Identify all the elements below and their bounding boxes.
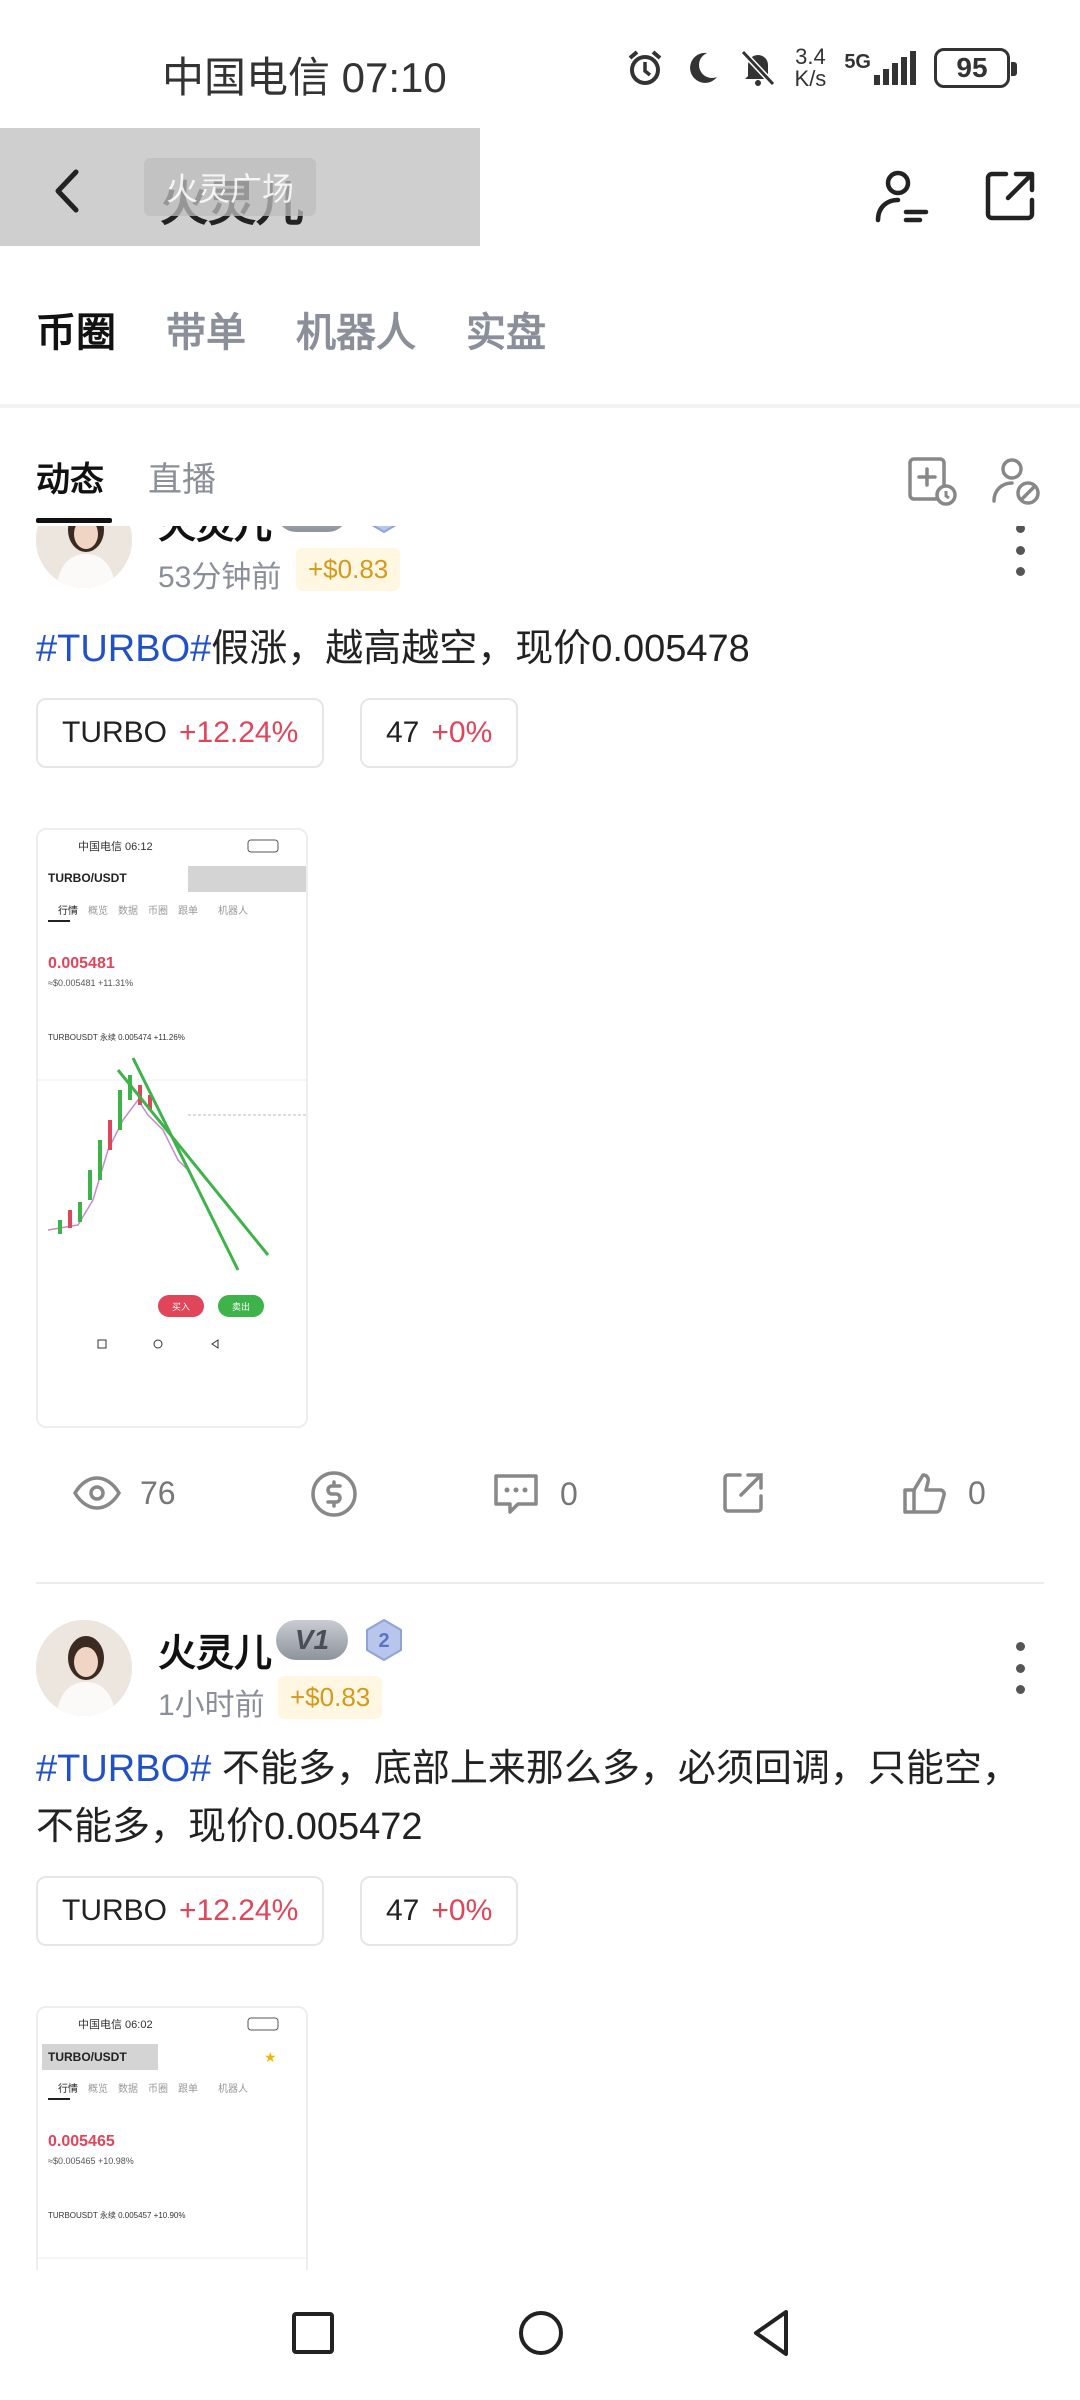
tab-robot[interactable]: 机器人 xyxy=(296,300,416,358)
system-nav-bar xyxy=(0,2270,1080,2400)
svg-text:行情: 行情 xyxy=(58,2082,78,2095)
svg-text:TURBOUSDT 永续 0.005474 +11.26%: TURBOUSDT 永续 0.005474 +11.26% xyxy=(48,1032,185,1042)
svg-text:≈$0.005465 +10.98%: ≈$0.005465 +10.98% xyxy=(48,2156,134,2166)
coin-chip[interactable]: 47 +0% xyxy=(360,1876,519,1946)
views-counter: 76 xyxy=(72,1468,176,1518)
svg-text:TURBO/USDT: TURBO/USDT xyxy=(48,871,127,885)
alarm-icon xyxy=(628,50,661,85)
status-bar: 中国电信 07:10 3.4 K/s 5G 95 xyxy=(0,0,1080,128)
svg-text:买入: 买入 xyxy=(172,1302,190,1312)
post-content[interactable]: #TURBO#假涨，越高越空，现价0.005478 xyxy=(36,620,1046,678)
share-icon xyxy=(723,1473,763,1513)
hashtag-link: #TURBO# xyxy=(36,1748,212,1790)
post-time: 1小时前 xyxy=(158,1689,265,1722)
post-actions: 76 0 0 xyxy=(0,1468,1080,1528)
hashtag-link: #TURBO# xyxy=(36,628,212,670)
user-pen-icon[interactable] xyxy=(872,166,932,226)
post-content[interactable]: #TURBO# 不能多，底部上来那么多，必须回调，只能空，不能多，现价0.005… xyxy=(36,1740,1046,1856)
rank-badge-icon: 2 xyxy=(371,526,397,534)
svg-text:概览: 概览 xyxy=(88,904,108,917)
comment-icon xyxy=(494,1474,538,1514)
tab-copy-trade[interactable]: 带单 xyxy=(166,300,246,358)
back-button[interactable] xyxy=(44,166,94,216)
divider xyxy=(0,404,1080,408)
svg-text:0.005481: 0.005481 xyxy=(48,955,115,972)
share-button[interactable] xyxy=(718,1468,768,1518)
more-options-button[interactable] xyxy=(1012,1642,1028,1694)
signal-icon: 5G xyxy=(844,51,916,85)
vip-badge: V1 xyxy=(276,1620,348,1660)
tab-coin-circle[interactable]: 币圈 xyxy=(36,300,116,358)
eye-icon xyxy=(72,1476,122,1510)
carrier-time: 中国电信 07:10 xyxy=(162,54,447,101)
svg-text:行情: 行情 xyxy=(58,904,78,917)
rank-badge-icon: 2 xyxy=(366,1618,402,1662)
reward-tag: +$0.83 xyxy=(296,548,401,591)
post-image[interactable]: 中国电信 06:12 TURBO/USDT 行情 概览 数据 币圈 跟单 机器人… xyxy=(36,828,308,1428)
thumbs-up-icon xyxy=(903,1473,946,1514)
coin-chip[interactable]: TURBO +12.24% xyxy=(36,1876,325,1946)
author-name[interactable]: 火灵儿 xyxy=(158,1622,272,1677)
post-image[interactable]: 中国电信 06:02 TURBO/USDT ★ 行情 概览 数据 币圈 跟单 机… xyxy=(36,2006,308,2270)
add-post-icon[interactable] xyxy=(906,455,958,507)
svg-text:概览: 概览 xyxy=(88,2082,108,2095)
svg-text:★: ★ xyxy=(264,2049,277,2065)
moon-icon xyxy=(689,52,717,83)
svg-text:跟单: 跟单 xyxy=(178,905,198,917)
svg-text:卖出: 卖出 xyxy=(232,1301,250,1312)
vip-badge: V1 xyxy=(276,526,348,532)
svg-text:2: 2 xyxy=(378,1630,389,1652)
svg-text:0.005465: 0.005465 xyxy=(48,2133,115,2150)
svg-text:中国电信 06:02: 中国电信 06:02 xyxy=(78,2018,153,2031)
svg-text:跟单: 跟单 xyxy=(178,2083,198,2095)
top-tabs: 币圈 带单 机器人 实盘 xyxy=(36,300,546,358)
more-options-button[interactable] xyxy=(1012,526,1028,576)
tab-live-account[interactable]: 实盘 xyxy=(466,300,546,358)
avatar[interactable] xyxy=(36,526,132,588)
like-button[interactable]: 0 xyxy=(900,1468,986,1518)
svg-text:数据: 数据 xyxy=(118,904,138,917)
feed: 火灵儿 V1 2 53分钟前 +$0.83 #TURBO#假涨，越高越空，现价0… xyxy=(0,526,1080,2270)
share-external-icon[interactable] xyxy=(980,166,1040,226)
svg-text:币圈: 币圈 xyxy=(148,2083,168,2095)
svg-text:机器人: 机器人 xyxy=(218,2082,248,2095)
coin-chip[interactable]: TURBO +12.24% xyxy=(36,698,325,768)
comment-button[interactable]: 0 xyxy=(490,1468,578,1520)
coin-icon xyxy=(311,1471,357,1517)
svg-text:TURBO/USDT: TURBO/USDT xyxy=(48,2050,127,2064)
reward-tag: +$0.83 xyxy=(278,1676,383,1719)
candlestick-chart xyxy=(47,1057,306,1271)
status-icons: 3.4 K/s 5G 95 xyxy=(625,44,1017,91)
svg-text:机器人: 机器人 xyxy=(218,904,248,917)
tab-feed[interactable]: 动态 xyxy=(36,452,112,523)
svg-text:TURBOUSDT 永续 0.005457 +10.90%: TURBOUSDT 永续 0.005457 +10.90% xyxy=(48,2210,185,2220)
author-name[interactable]: 火灵儿 xyxy=(158,526,272,549)
header-title: 火灵儿 火灵广场 xyxy=(144,158,317,234)
sub-tabs: 动态 直播 xyxy=(36,452,216,523)
post-separator xyxy=(36,1582,1044,1584)
svg-text:币圈: 币圈 xyxy=(148,905,168,917)
tip-button[interactable] xyxy=(308,1468,360,1520)
back-nav-button[interactable] xyxy=(740,2300,806,2366)
net-speed: 3.4 K/s xyxy=(794,44,827,91)
header: 火灵儿 火灵广场 xyxy=(0,128,1080,248)
ghost-toast: 火灵广场 xyxy=(144,158,317,216)
svg-text:数据: 数据 xyxy=(118,2082,138,2095)
mute-bell-icon xyxy=(740,49,775,87)
post-time: 53分钟前 xyxy=(158,561,282,594)
home-button[interactable] xyxy=(508,2300,574,2366)
battery-indicator: 95 xyxy=(934,48,1017,88)
svg-text:≈$0.005481 +11.31%: ≈$0.005481 +11.31% xyxy=(48,978,133,988)
svg-text:中国电信 06:12: 中国电信 06:12 xyxy=(78,840,153,853)
coin-chip[interactable]: 47 +0% xyxy=(360,698,519,768)
tab-live[interactable]: 直播 xyxy=(148,452,216,519)
recent-apps-button[interactable] xyxy=(280,2300,346,2366)
user-block-icon[interactable] xyxy=(990,455,1042,507)
avatar[interactable] xyxy=(36,1620,132,1716)
